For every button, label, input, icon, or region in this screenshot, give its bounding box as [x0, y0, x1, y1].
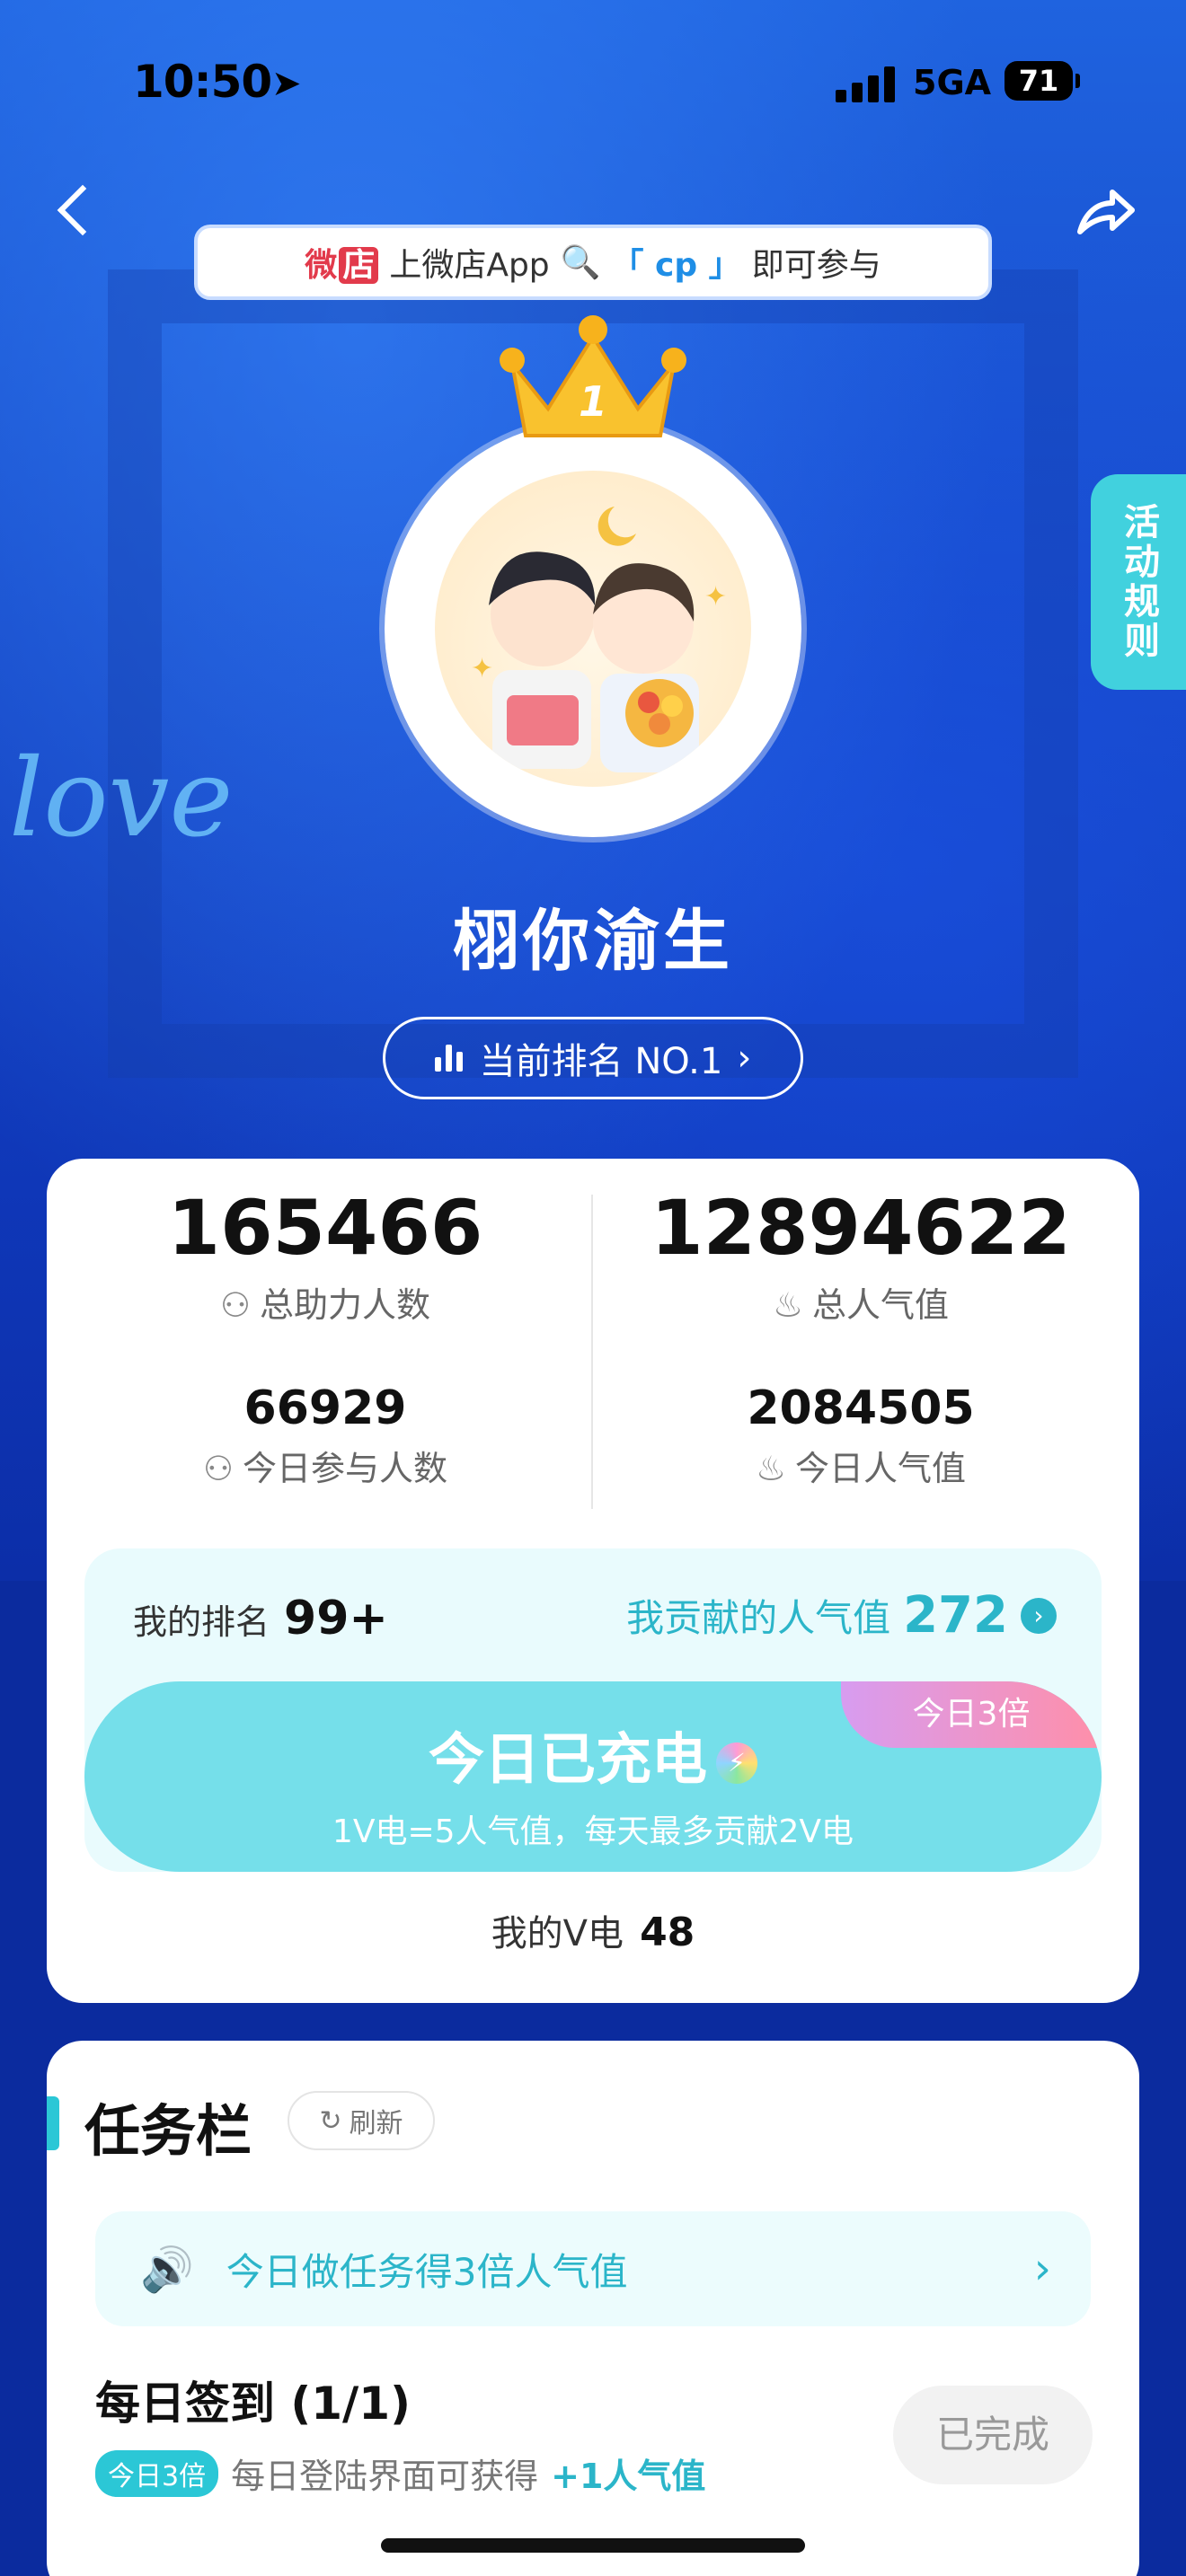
- current-rank-label: 当前排名 NO.1: [479, 1041, 723, 1082]
- bar-chart-icon: [434, 1045, 465, 1072]
- battery-icon: 71: [1005, 61, 1080, 101]
- charge-button[interactable]: 今日3倍 今日已充电 ⚡ 1V电=5人气值，每天最多贡献2V电: [84, 1681, 1102, 1872]
- task-title: 任务栏: [84, 2098, 252, 2164]
- magnifier-icon: 🔍: [560, 244, 601, 281]
- refresh-icon: ↻: [319, 2104, 342, 2137]
- network-label: 5GA: [913, 63, 992, 102]
- task-notice-banner[interactable]: 🔊 今日做任务得3倍人气值 ›: [95, 2211, 1091, 2326]
- total-helpers-stat: 165466 ⚇ 总助力人数: [74, 1184, 577, 1327]
- chevron-right-icon: ›: [1033, 2244, 1051, 2294]
- home-indicator[interactable]: [381, 2538, 805, 2553]
- triple-bonus-tag: 今日3倍: [95, 2449, 219, 2497]
- my-contribution-panel: 我的排名 99+ 我贡献的人气值 272 › 今日3倍 今日已充电 ⚡ 1V电=5人…: [84, 1548, 1102, 1872]
- today-participants-stat: 66929 ⚇ 今日参与人数: [74, 1381, 577, 1490]
- my-contribution-link[interactable]: 我贡献的人气值 272 ›: [626, 1586, 1057, 1645]
- daily-checkin-desc: 今日3倍 每日登陆界面可获得 +1人气值: [95, 2448, 705, 2498]
- people-icon: ⚇: [219, 1285, 252, 1325]
- task-card: 任务栏 ↻ 刷新 🔊 今日做任务得3倍人气值 › 每日签到 (1/1) 今日3倍…: [47, 2041, 1139, 2576]
- search-tip-banner: 微店 上微店App 🔍 「 cp 」 即可参与: [194, 225, 992, 300]
- total-popularity-stat: 12894622 ♨ 总人气值: [609, 1184, 1112, 1327]
- back-button[interactable]: [45, 180, 108, 243]
- task-notice-text: 今日做任务得3倍人气值: [226, 2249, 628, 2294]
- search-tip-text-before: 上微店App: [389, 247, 550, 284]
- today-popularity-value: 2084505: [747, 1381, 975, 1435]
- daily-checkin-title: 每日签到 (1/1): [95, 2378, 411, 2430]
- fan-group-name: 栩你渝生: [453, 903, 733, 980]
- today-popularity-stat: 2084505 ♨ 今日人气值: [609, 1381, 1112, 1490]
- people-icon: ⚇: [202, 1449, 235, 1488]
- search-tip-text-after: 即可参与: [751, 247, 881, 284]
- total-popularity-label: 总人气值: [812, 1285, 950, 1325]
- share-icon: [1077, 190, 1135, 234]
- my-v-value: 48: [640, 1910, 695, 1955]
- chevron-circle-icon: ›: [1021, 1597, 1057, 1634]
- daily-checkin-status-button[interactable]: 已完成: [893, 2386, 1093, 2484]
- lightning-icon: ⚡: [716, 1742, 757, 1784]
- today-popularity-label: 今日人气值: [795, 1449, 967, 1488]
- triple-bonus-badge: 今日3倍: [841, 1681, 1102, 1748]
- location-arrow-icon: ➤: [271, 63, 302, 104]
- today-participants-label: 今日参与人数: [243, 1449, 448, 1488]
- activity-rules-tab[interactable]: 活动规则: [1091, 474, 1186, 690]
- my-v-power: 我的V电 48: [47, 1904, 1139, 1956]
- love-decoration: love: [9, 737, 234, 861]
- refresh-label: 刷新: [349, 2108, 403, 2139]
- my-rank: 我的排名 99+: [133, 1592, 388, 1645]
- group-avatar: ✦ ✦: [385, 420, 801, 837]
- search-tip-keyword: 「 cp 」: [611, 247, 741, 284]
- my-rank-label: 我的排名: [133, 1602, 270, 1642]
- current-rank-button[interactable]: 当前排名 NO.1 ›: [383, 1017, 803, 1099]
- refresh-button[interactable]: ↻ 刷新: [288, 2091, 435, 2150]
- my-v-label: 我的V电: [491, 1913, 624, 1954]
- charge-title: 今日已充电: [428, 1726, 707, 1792]
- chevron-right-icon: ›: [737, 1037, 752, 1079]
- crown-rank-number: 1: [579, 377, 607, 426]
- charge-subtitle: 1V电=5人气值，每天最多贡献2V电: [332, 1813, 854, 1850]
- avatar-illustration: ✦ ✦: [435, 471, 751, 787]
- flame-icon: ♨: [755, 1449, 787, 1488]
- total-helpers-value: 165466: [167, 1184, 483, 1272]
- total-helpers-label: 总助力人数: [260, 1285, 431, 1325]
- share-button[interactable]: [1069, 176, 1141, 248]
- status-bar: 10:50 ➤ 5GA 71: [0, 54, 1186, 117]
- status-time: 10:50: [133, 56, 272, 108]
- signal-icon: [836, 66, 898, 102]
- my-contribution-label: 我贡献的人气值: [626, 1596, 891, 1640]
- svg-text:✦: ✦: [471, 653, 493, 684]
- today-participants-value: 66929: [243, 1381, 407, 1435]
- speaker-icon: 🔊: [140, 2244, 194, 2295]
- my-rank-value: 99+: [284, 1592, 388, 1645]
- total-popularity-value: 12894622: [651, 1184, 1071, 1272]
- crown-icon: 1: [494, 310, 692, 445]
- my-contribution-value: 272: [903, 1586, 1008, 1645]
- stats-card: 165466 ⚇ 总助力人数 12894622 ♨ 总人气值 66929 ⚇ 今日参与…: [47, 1159, 1139, 2003]
- weidian-logo: 微店: [305, 239, 379, 286]
- daily-checkin-reward: +1人气值: [551, 2457, 706, 2496]
- task-title-accent: [47, 2096, 59, 2150]
- flame-icon: ♨: [772, 1285, 804, 1325]
- stats-divider: [591, 1195, 593, 1509]
- svg-text:✦: ✦: [704, 581, 727, 613]
- daily-checkin-desc-text: 每日登陆界面可获得: [231, 2457, 539, 2496]
